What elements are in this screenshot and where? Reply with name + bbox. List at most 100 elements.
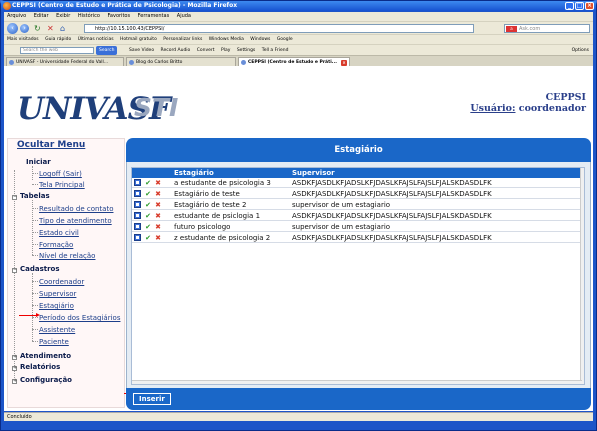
menu-atendimento[interactable]: Atendimento <box>20 352 71 360</box>
table-row[interactable]: ✔ ✖ Estagiário de teste ASDKFJASDLKFJADSL… <box>132 189 582 199</box>
menu-ajuda[interactable]: Ajuda <box>177 13 191 19</box>
convert-button[interactable]: Convert <box>197 48 215 53</box>
expand-icon[interactable]: + <box>12 355 17 360</box>
view-icon[interactable] <box>134 201 141 208</box>
record-audio-button[interactable]: Record Audio <box>161 48 191 53</box>
maximize-button[interactable]: □ <box>575 2 584 10</box>
menu-arquivo[interactable]: Arquivo <box>7 13 26 19</box>
column-estagiario[interactable]: Estagiário <box>174 168 214 178</box>
bookmark-item[interactable]: Hotmail gratuito <box>120 37 157 42</box>
menu-relatorios[interactable]: Relatórios <box>20 363 60 371</box>
window-title: CEPPSI (Centro de Estudo e Prática de Ps… <box>12 2 238 9</box>
assistente-link[interactable]: Assistente <box>39 326 75 334</box>
save-video-button[interactable]: Save Video <box>129 48 154 53</box>
bookmark-item[interactable]: Windows Media <box>209 37 244 42</box>
bookmark-item[interactable]: Últimas notícias <box>78 37 114 42</box>
status-bar: Concluído <box>4 412 593 421</box>
supervisor-link[interactable]: Supervisor <box>39 290 76 298</box>
menu-iniciar[interactable]: Iniciar <box>26 158 51 166</box>
menu-editar[interactable]: Editar <box>34 13 49 19</box>
view-icon[interactable] <box>134 179 141 186</box>
expand-icon[interactable]: + <box>12 366 17 371</box>
cell-estagiario: z estudante de psicologia 2 <box>174 234 271 242</box>
table-row[interactable]: ✔ ✖ z estudante de psicologia 2 ASDKFJASD… <box>132 233 582 243</box>
delete-x-icon[interactable]: ✖ <box>154 201 162 209</box>
toolbar-search-button[interactable]: Search <box>96 46 118 55</box>
table-row[interactable]: ✔ ✖ futuro psicologo supervisor de um est… <box>132 222 582 232</box>
collapse-icon[interactable]: − <box>12 195 17 200</box>
delete-x-icon[interactable]: ✖ <box>154 190 162 198</box>
collapse-icon[interactable]: − <box>12 268 17 273</box>
user-header: CEPPSI Usuário: coordenador <box>470 92 586 114</box>
menu-favoritos[interactable]: Favoritos <box>108 13 131 19</box>
browser-window: CEPPSI (Centro de Estudo e Prática de Ps… <box>0 0 597 431</box>
menu-historico[interactable]: Histórico <box>78 13 100 19</box>
coordenador-link[interactable]: Coordenador <box>39 278 84 286</box>
edit-check-icon[interactable]: ✔ <box>144 223 152 231</box>
menu-tabelas[interactable]: Tabelas <box>20 192 50 200</box>
home-icon[interactable]: ⌂ <box>60 24 65 33</box>
edit-check-icon[interactable]: ✔ <box>144 212 152 220</box>
menu-ferramentas[interactable]: Ferramentas <box>138 13 170 19</box>
bookmark-item[interactable]: Google <box>277 37 293 42</box>
column-supervisor[interactable]: Supervisor <box>292 168 335 178</box>
tipo-atendimento-link[interactable]: Tipo de atendimento <box>39 217 112 225</box>
cell-estagiario: Estagiário de teste <box>174 190 240 198</box>
bookmark-item[interactable]: Personalizar links <box>163 37 202 42</box>
system-name: CEPPSI <box>545 92 586 103</box>
menu-cadastros[interactable]: Cadastros <box>20 265 60 273</box>
view-icon[interactable] <box>134 223 141 230</box>
paciente-link[interactable]: Paciente <box>39 338 69 346</box>
logoff-link[interactable]: Logoff (Sair) <box>39 170 82 178</box>
cell-supervisor: ASDKFJASDLKFJADSLKFJDASLKFAJSLFAJSLFJALS… <box>292 179 492 187</box>
grid-header: Estagiário Supervisor <box>132 168 582 178</box>
delete-x-icon[interactable]: ✖ <box>154 212 162 220</box>
edit-check-icon[interactable]: ✔ <box>144 234 152 242</box>
play-button[interactable]: Play <box>221 48 230 53</box>
user-label[interactable]: Usuário: <box>470 103 515 114</box>
view-icon[interactable] <box>134 212 141 219</box>
toolbar-search-input[interactable]: Search the web <box>20 47 94 54</box>
table-row[interactable]: ✔ ✖ estudante de psiclogia 1 ASDKFJASDLKF… <box>132 211 582 221</box>
inserir-button[interactable]: Inserir <box>133 393 171 405</box>
hide-menu-link[interactable]: Ocultar Menu <box>17 140 85 150</box>
view-icon[interactable] <box>134 234 141 241</box>
bookmark-item[interactable]: Windows <box>250 37 270 42</box>
minimize-button[interactable]: _ <box>565 2 574 10</box>
close-button[interactable]: × <box>585 2 594 10</box>
nivel-relacao-link[interactable]: Nível de relação <box>39 252 95 260</box>
settings-button[interactable]: Settings <box>237 48 255 53</box>
formacao-link[interactable]: Formação <box>39 241 73 249</box>
resultado-contato-link[interactable]: Resultado de contato <box>39 205 113 213</box>
cell-estagiario: a estudante de psicologia 3 <box>174 179 271 187</box>
view-icon[interactable] <box>134 190 141 197</box>
bookmark-item[interactable]: Guia rápido <box>45 37 71 42</box>
estagiario-link[interactable]: Estagiário <box>39 302 74 310</box>
expand-icon[interactable]: + <box>12 379 17 384</box>
menu-configuracao[interactable]: Configuração <box>20 376 72 384</box>
back-icon[interactable]: ‹ <box>7 23 18 34</box>
delete-x-icon[interactable]: ✖ <box>154 179 162 187</box>
horizontal-scrollbar[interactable] <box>132 380 582 384</box>
url-input[interactable]: http://10.15.100.43/CEPPSI/ <box>84 24 474 33</box>
reload-icon[interactable]: ↻ <box>34 24 41 33</box>
menu-exibir[interactable]: Exibir <box>56 13 70 19</box>
edit-check-icon[interactable]: ✔ <box>144 179 152 187</box>
estado-civil-link[interactable]: Estado civil <box>39 229 79 237</box>
search-input[interactable]: a Ask.com <box>504 24 590 33</box>
delete-x-icon[interactable]: ✖ <box>154 234 162 242</box>
stop-icon[interactable]: ✕ <box>47 24 54 33</box>
user-name: coordenador <box>518 103 586 114</box>
table-row[interactable]: ✔ ✖ Estagiário de teste 2 supervisor de u… <box>132 200 582 210</box>
periodo-estagiarios-link[interactable]: Período dos Estagiários <box>39 314 120 322</box>
tell-friend-button[interactable]: Tell a Friend <box>262 48 289 53</box>
tela-principal-link[interactable]: Tela Principal <box>39 181 85 189</box>
addon-toolbar: Search the web Search Save Video Record … <box>4 44 593 55</box>
edit-check-icon[interactable]: ✔ <box>144 190 152 198</box>
bookmark-item[interactable]: Mais visitados <box>7 37 39 42</box>
vertical-scrollbar[interactable] <box>580 168 584 384</box>
edit-check-icon[interactable]: ✔ <box>144 201 152 209</box>
delete-x-icon[interactable]: ✖ <box>154 223 162 231</box>
table-row[interactable]: ✔ ✖ a estudante de psicologia 3 ASDKFJASD… <box>132 178 582 188</box>
forward-icon[interactable]: › <box>20 24 29 33</box>
